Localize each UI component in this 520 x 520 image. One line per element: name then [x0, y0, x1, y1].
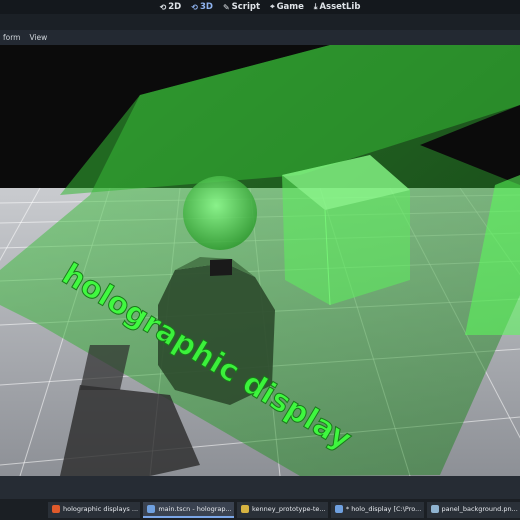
- script-icon: ✎: [222, 2, 230, 12]
- 3d-icon: ⟲: [191, 2, 198, 12]
- 2d-icon: ⟲: [159, 2, 167, 12]
- taskbar-item[interactable]: main.tscn - holograp...: [143, 501, 234, 518]
- taskbar-item-label: main.tscn - holograp...: [158, 504, 232, 513]
- tab-2d-label: 2D: [168, 2, 182, 12]
- game-icon: ⌖: [270, 2, 275, 11]
- browser-icon: [52, 504, 60, 513]
- os-taskbar: holographic displays ... main.tscn - hol…: [0, 499, 520, 520]
- tab-assetlib-label: AssetLib: [319, 2, 361, 12]
- assetlib-icon: ⤓: [313, 2, 318, 11]
- workspace-tabs: ⟲ 2D ⟲ 3D ✎ Script ⌖ Game ⤓ AssetLib: [0, 0, 520, 14]
- toolbar-strip: [0, 14, 520, 30]
- image-icon: [430, 504, 439, 513]
- tab-3d-label: 3D: [199, 2, 213, 12]
- tab-script-label: Script: [231, 2, 261, 12]
- view-menu[interactable]: View: [24, 33, 54, 42]
- tab-game-label: Game: [276, 2, 304, 12]
- holo-sphere: [183, 176, 257, 250]
- taskbar-item-label: holographic displays ...: [63, 504, 139, 513]
- 3d-viewport[interactable]: holographic display: [0, 45, 520, 476]
- bottom-panel-strip: [0, 476, 520, 499]
- tab-script[interactable]: ✎ Script: [223, 2, 260, 12]
- taskbar-item-label: kenney_prototype-te...: [251, 504, 326, 513]
- scene-render: holographic display: [0, 45, 520, 476]
- godot-icon: [147, 504, 156, 513]
- tab-3d[interactable]: ⟲ 3D: [191, 2, 213, 12]
- tab-2d[interactable]: ⟲ 2D: [160, 2, 182, 12]
- viewport-menubar: form View: [0, 30, 520, 45]
- godot-icon: [334, 504, 343, 513]
- taskbar-item[interactable]: * holo_display [C:\Pro...: [330, 501, 424, 518]
- taskbar-item-label: * holo_display [C:\Pro...: [345, 504, 422, 513]
- tab-assetlib[interactable]: ⤓ AssetLib: [314, 2, 361, 12]
- taskbar-item-label: panel_background.pn...: [441, 504, 518, 513]
- folder-icon: [240, 504, 249, 513]
- taskbar-item[interactable]: panel_background.pn...: [426, 501, 520, 518]
- tab-game[interactable]: ⌖ Game: [270, 2, 304, 12]
- taskbar-item[interactable]: kenney_prototype-te...: [236, 501, 328, 518]
- taskbar-item[interactable]: holographic displays ...: [48, 501, 141, 518]
